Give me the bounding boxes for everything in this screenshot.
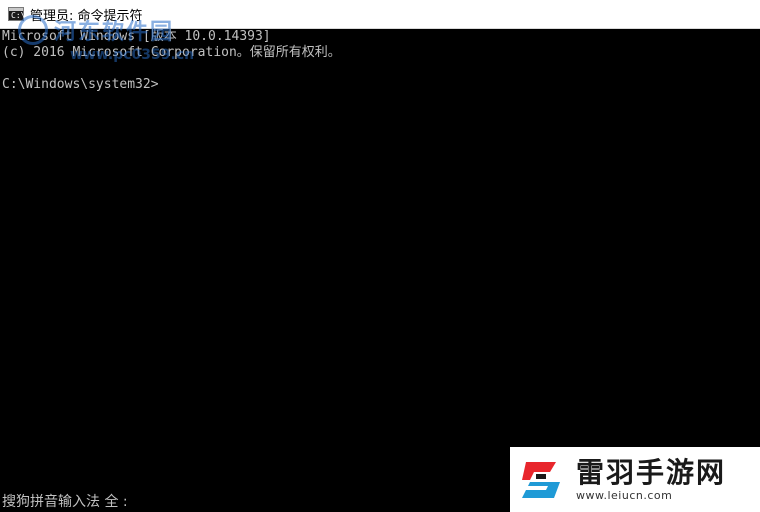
console-prompt: C:\Windows\system32> <box>2 77 159 92</box>
watermark-bottom-right: 雷羽手游网 www.leiucn.com <box>510 447 760 512</box>
ime-status-bar[interactable]: 搜狗拼音输入法 全 : <box>2 491 128 511</box>
leiyu-logo-icon <box>522 461 560 498</box>
watermark-logo-icon <box>18 15 48 45</box>
watermark-site-url: www.leiucn.com <box>576 489 673 502</box>
cmd-window: C:\ 管理员: 命令提示符 Microsoft Windows [版本 10.… <box>0 0 760 512</box>
watermark-top-url: www.pc0359.cn <box>70 47 195 63</box>
watermark-site-name: 雷羽手游网 <box>576 456 727 489</box>
watermark-top: 河东软件园 <box>18 14 174 46</box>
watermark-top-name: 河东软件园 <box>54 20 175 45</box>
console-output[interactable]: Microsoft Windows [版本 10.0.14393] (c) 20… <box>0 29 760 512</box>
